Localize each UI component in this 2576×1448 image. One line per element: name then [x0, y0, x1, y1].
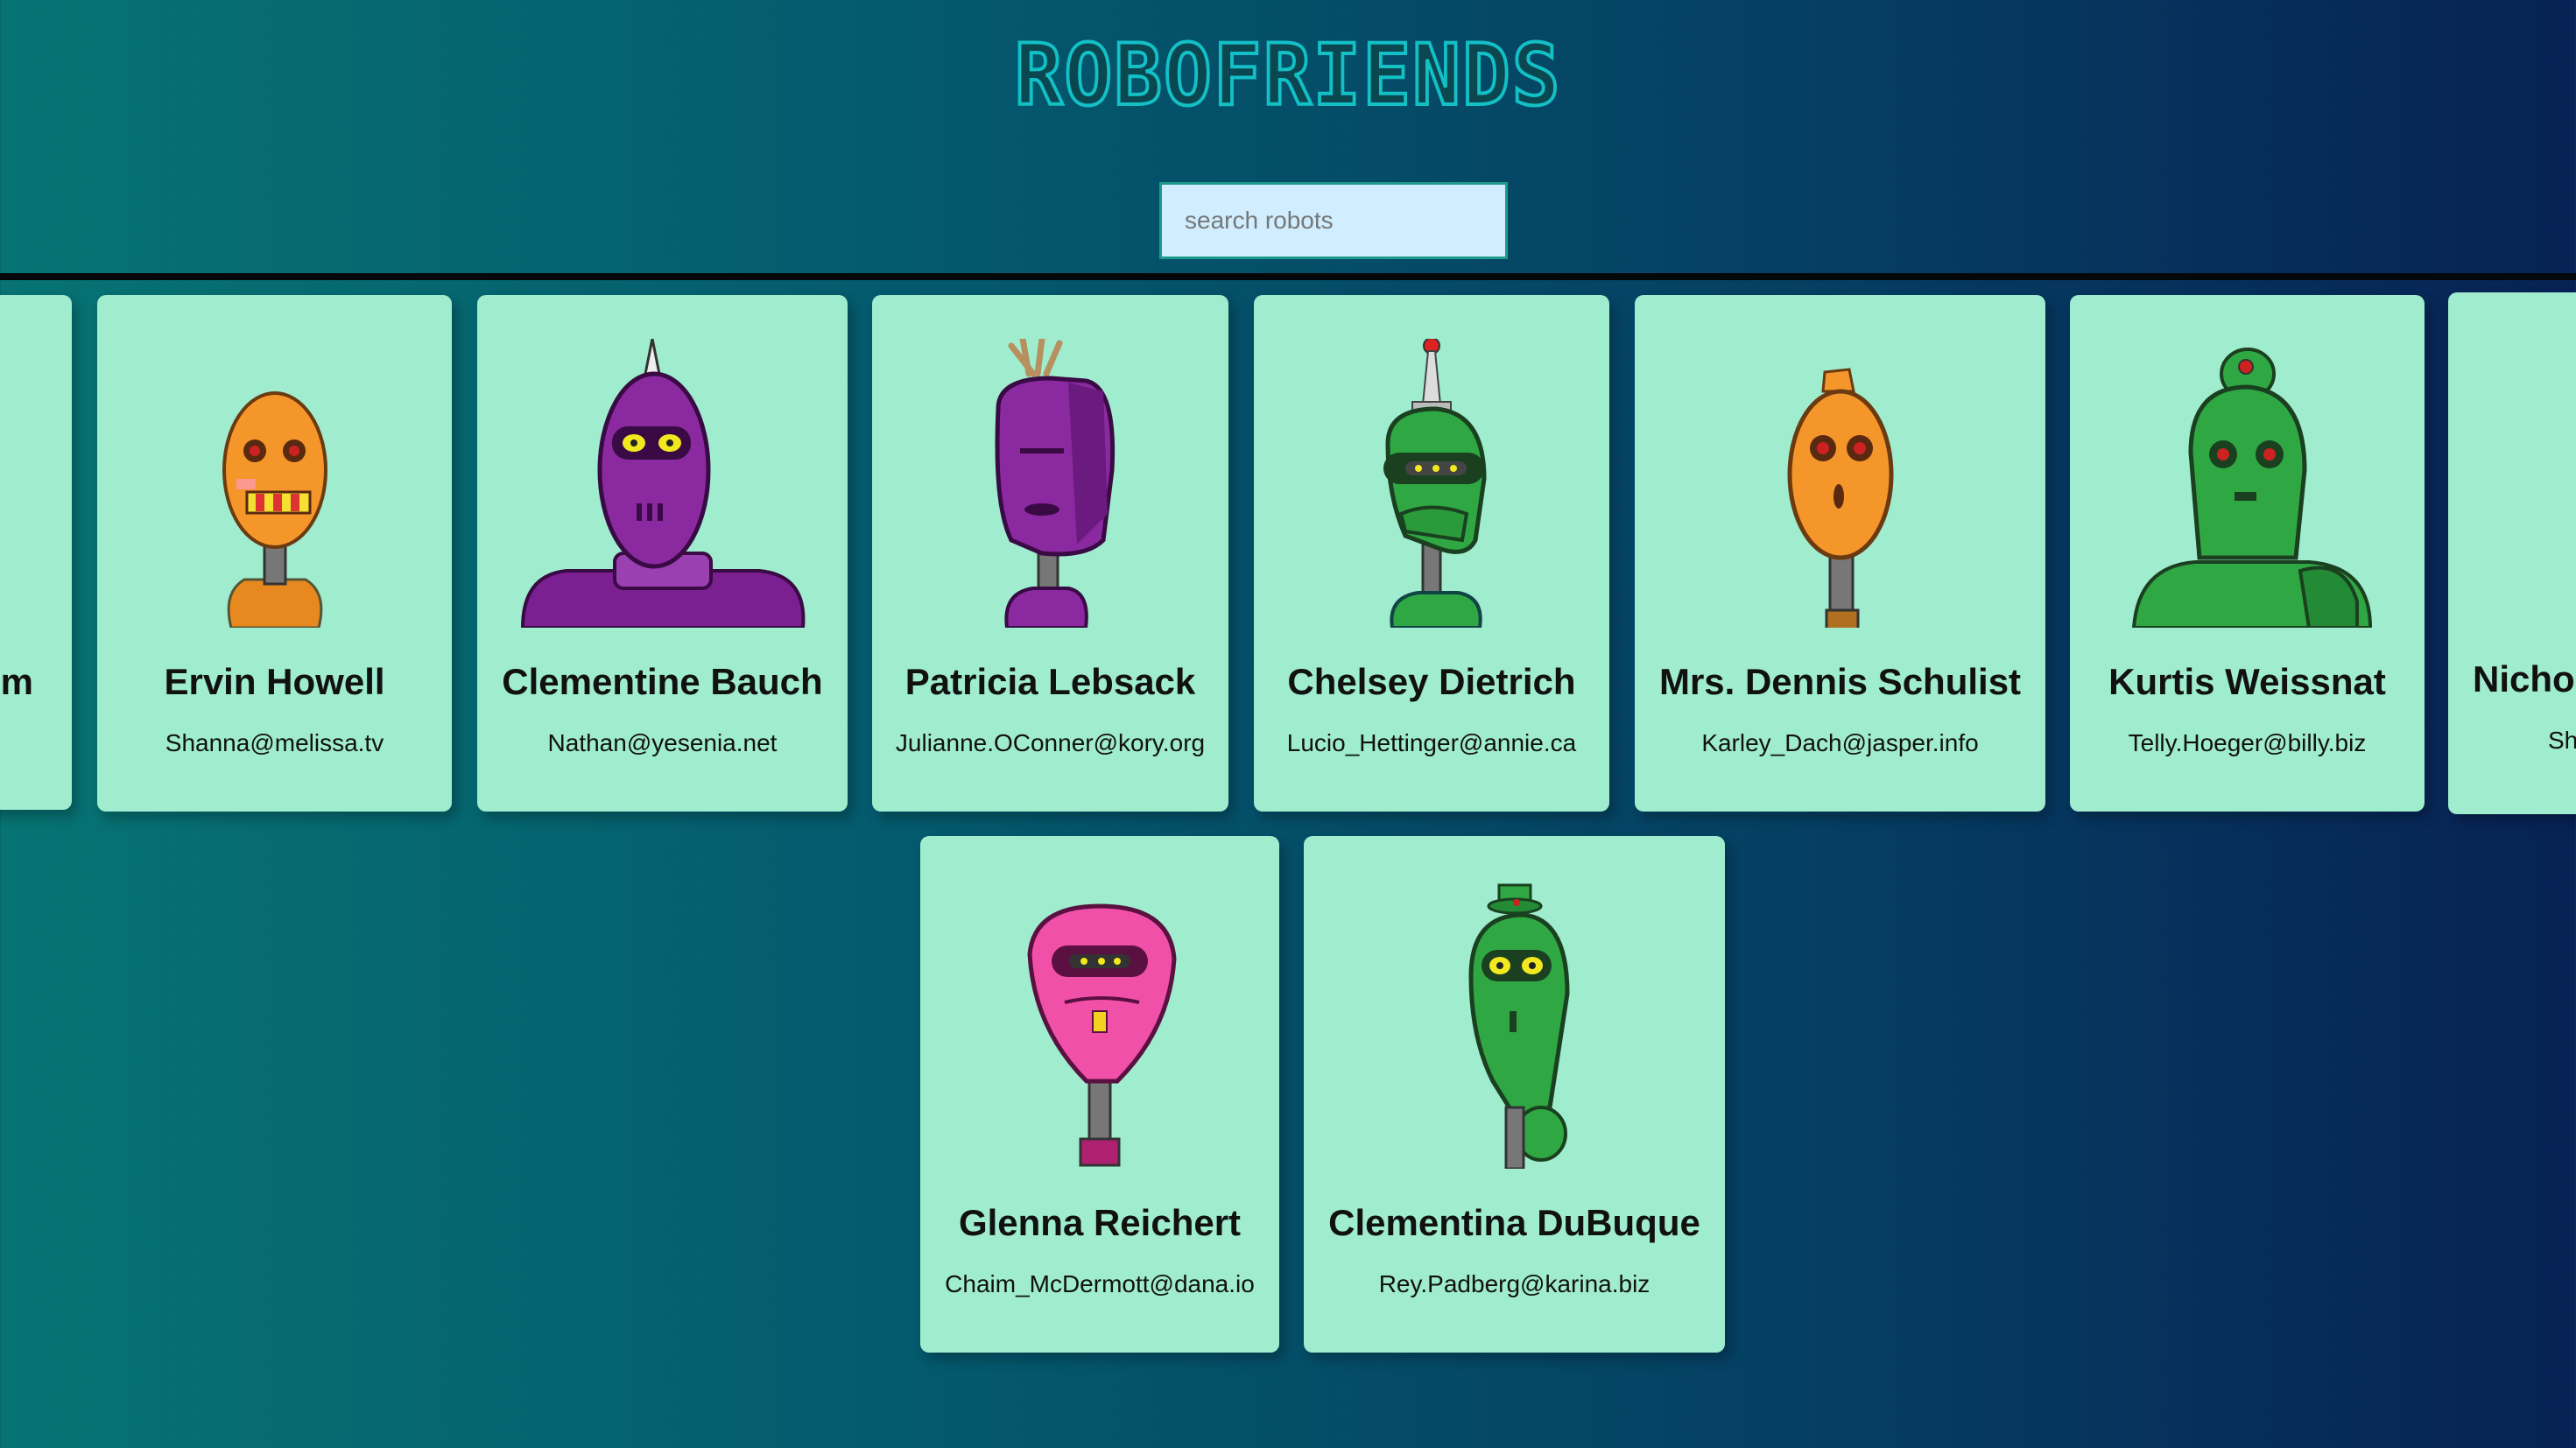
- green-robot-icon: [2131, 348, 2372, 628]
- robot-name: Nicho: [2473, 658, 2575, 699]
- robot-avatar: [477, 295, 848, 628]
- robot-name: Glenna Reichert: [958, 1202, 1242, 1243]
- robot-avatar: [920, 836, 1279, 1169]
- robot-avatar: [1254, 295, 1609, 628]
- header-divider: [0, 273, 2576, 280]
- purple-robot-icon: [520, 339, 805, 628]
- search-input[interactable]: [1159, 182, 1508, 259]
- pink-robot-icon: [1027, 903, 1177, 1167]
- robot-card[interactable]: Clementine Bauch Nathan@yesenia.net: [477, 295, 848, 812]
- robot-name: Chelsey Dietrich: [1287, 661, 1576, 702]
- robot-card[interactable]: Ervin Howell Shanna@melissa.tv: [97, 295, 452, 812]
- app-logo: ROBOFRIENDS: [1013, 26, 1562, 124]
- robot-avatar: [872, 295, 1228, 628]
- robot-name: Kurtis Weissnat: [2108, 661, 2386, 702]
- robot-email: Karley_Dach@jasper.info: [1701, 729, 1979, 756]
- robot-avatar: [97, 295, 452, 628]
- robot-email: Sh: [2548, 727, 2576, 754]
- robot-name: m: [0, 661, 33, 702]
- robot-name: Patricia Lebsack: [904, 661, 1196, 702]
- robot-avatar: [1304, 836, 1725, 1169]
- robot-name: Clementine Bauch: [502, 661, 823, 702]
- robot-avatar: [1635, 295, 2045, 628]
- robot-email: Julianne.OConner@kory.org: [895, 729, 1206, 756]
- robot-card[interactable]: Patricia Lebsack Julianne.OConner@kory.o…: [872, 295, 1228, 812]
- robot-card[interactable]: Chelsey Dietrich Lucio_Hettinger@annie.c…: [1254, 295, 1609, 812]
- robot-card[interactable]: Mrs. Dennis Schulist Karley_Dach@jasper.…: [1635, 295, 2045, 812]
- robot-card[interactable]: Clementina DuBuque Rey.Padberg@karina.bi…: [1304, 836, 1725, 1353]
- robot-email: Shanna@melissa.tv: [165, 729, 384, 756]
- purple-robot-icon: [995, 339, 1115, 628]
- orange-robot-icon: [1787, 368, 1893, 628]
- robot-card[interactable]: Glenna Reichert Chaim_McDermott@dana.io: [920, 836, 1279, 1353]
- robot-card[interactable]: m: [0, 295, 72, 810]
- robot-email: Telly.Hoeger@billy.biz: [2128, 729, 2367, 756]
- robot-card[interactable]: Nicho Sh: [2448, 292, 2576, 814]
- robot-avatar: [2070, 295, 2425, 628]
- robot-email: Chaim_McDermott@dana.io: [945, 1270, 1255, 1297]
- robot-email: Rey.Padberg@karina.biz: [1378, 1270, 1650, 1297]
- robot-name: Clementina DuBuque: [1328, 1202, 1700, 1243]
- robot-name: Mrs. Dennis Schulist: [1658, 661, 2022, 702]
- green-robot-icon: [1467, 883, 1570, 1169]
- green-robot-icon: [1383, 339, 1487, 628]
- robot-card[interactable]: Kurtis Weissnat Telly.Hoeger@billy.biz: [2070, 295, 2425, 812]
- robot-email: Nathan@yesenia.net: [547, 729, 778, 756]
- robot-name: Ervin Howell: [164, 661, 385, 702]
- robot-email: Lucio_Hettinger@annie.ca: [1286, 729, 1577, 756]
- orange-robot-icon: [222, 391, 327, 628]
